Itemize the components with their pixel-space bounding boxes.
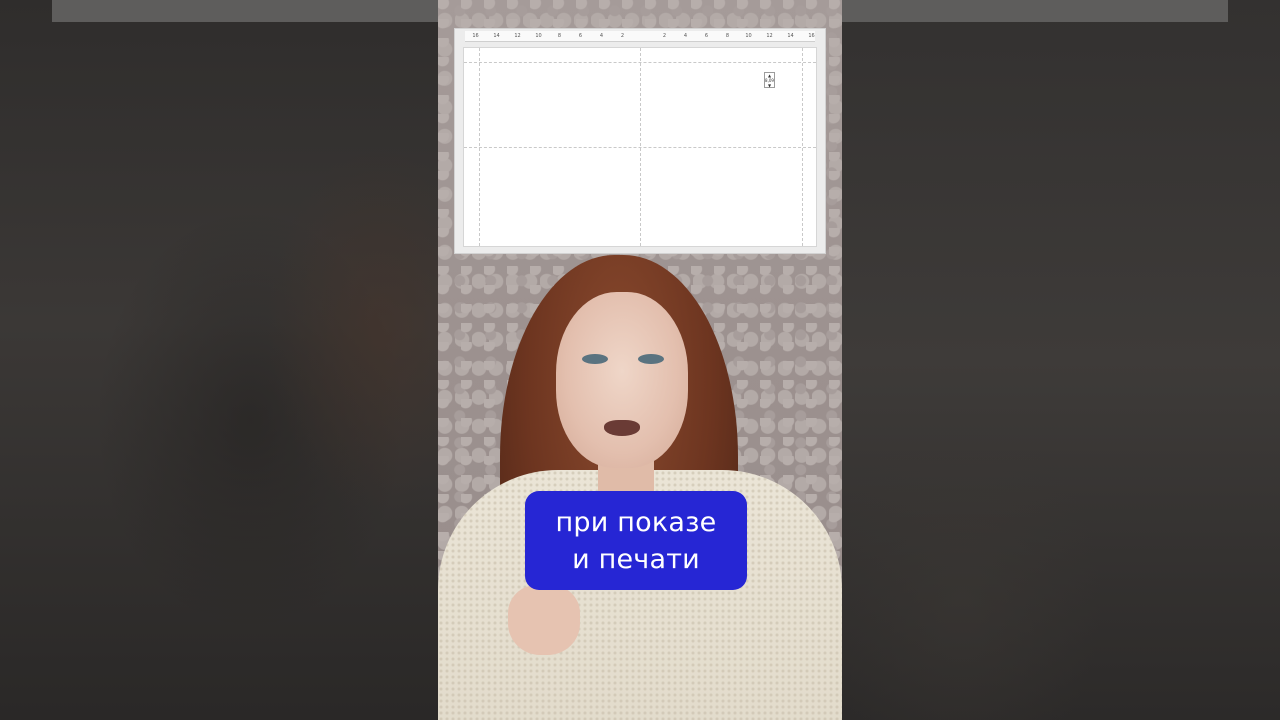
blurred-toolbar-left xyxy=(52,0,438,22)
ruler-tick-label: 2 xyxy=(662,33,667,39)
blurred-background-left xyxy=(0,0,438,720)
ruler-tick-label: 10 xyxy=(535,33,542,39)
ruler-tick-label: 16 xyxy=(472,33,479,39)
presenter-face xyxy=(556,292,688,468)
blurred-background-right xyxy=(842,0,1280,720)
slide-preview: 16 14 12 10 8 6 4 2 2 4 6 8 10 12 14 16 ▲ 8,09 ▼ xyxy=(454,28,826,254)
subtitle-caption: при показе и печати xyxy=(525,491,747,590)
ruler-tick-label: 8 xyxy=(557,33,562,39)
presenter-mouth xyxy=(604,420,640,436)
ruler-tick-label: 12 xyxy=(514,33,521,39)
caption-line-2: и печати xyxy=(572,543,700,575)
ruler-tick-label: 8 xyxy=(725,33,730,39)
ruler-tick-label: 14 xyxy=(493,33,500,39)
ruler-tick-label: 10 xyxy=(745,33,752,39)
presenter-eye-right xyxy=(638,354,664,364)
ruler-tick-label: 16 xyxy=(808,33,815,39)
ruler-tick-label: 14 xyxy=(787,33,794,39)
caption-line-1: при показе xyxy=(555,506,717,538)
presenter-hand xyxy=(508,585,580,655)
slide-canvas[interactable]: ▲ 8,09 ▼ xyxy=(463,47,817,247)
ruler-tick-label: 4 xyxy=(683,33,688,39)
ruler-tick-label: 6 xyxy=(704,33,709,39)
blurred-toolbar-right xyxy=(842,0,1228,22)
guide-position-spinner[interactable]: ▲ 8,09 ▼ xyxy=(764,72,775,88)
spinner-down-icon[interactable]: ▼ xyxy=(765,83,774,88)
guide-horizontal-top[interactable] xyxy=(464,62,816,63)
ruler-tick-label: 6 xyxy=(578,33,583,39)
presenter-eye-left xyxy=(582,354,608,364)
guide-horizontal-middle[interactable] xyxy=(464,147,816,148)
ruler-tick-label: 4 xyxy=(599,33,604,39)
ruler-tick-label: 2 xyxy=(620,33,625,39)
ruler-tick-label: 12 xyxy=(766,33,773,39)
horizontal-ruler: 16 14 12 10 8 6 4 2 2 4 6 8 10 12 14 16 xyxy=(465,31,815,42)
